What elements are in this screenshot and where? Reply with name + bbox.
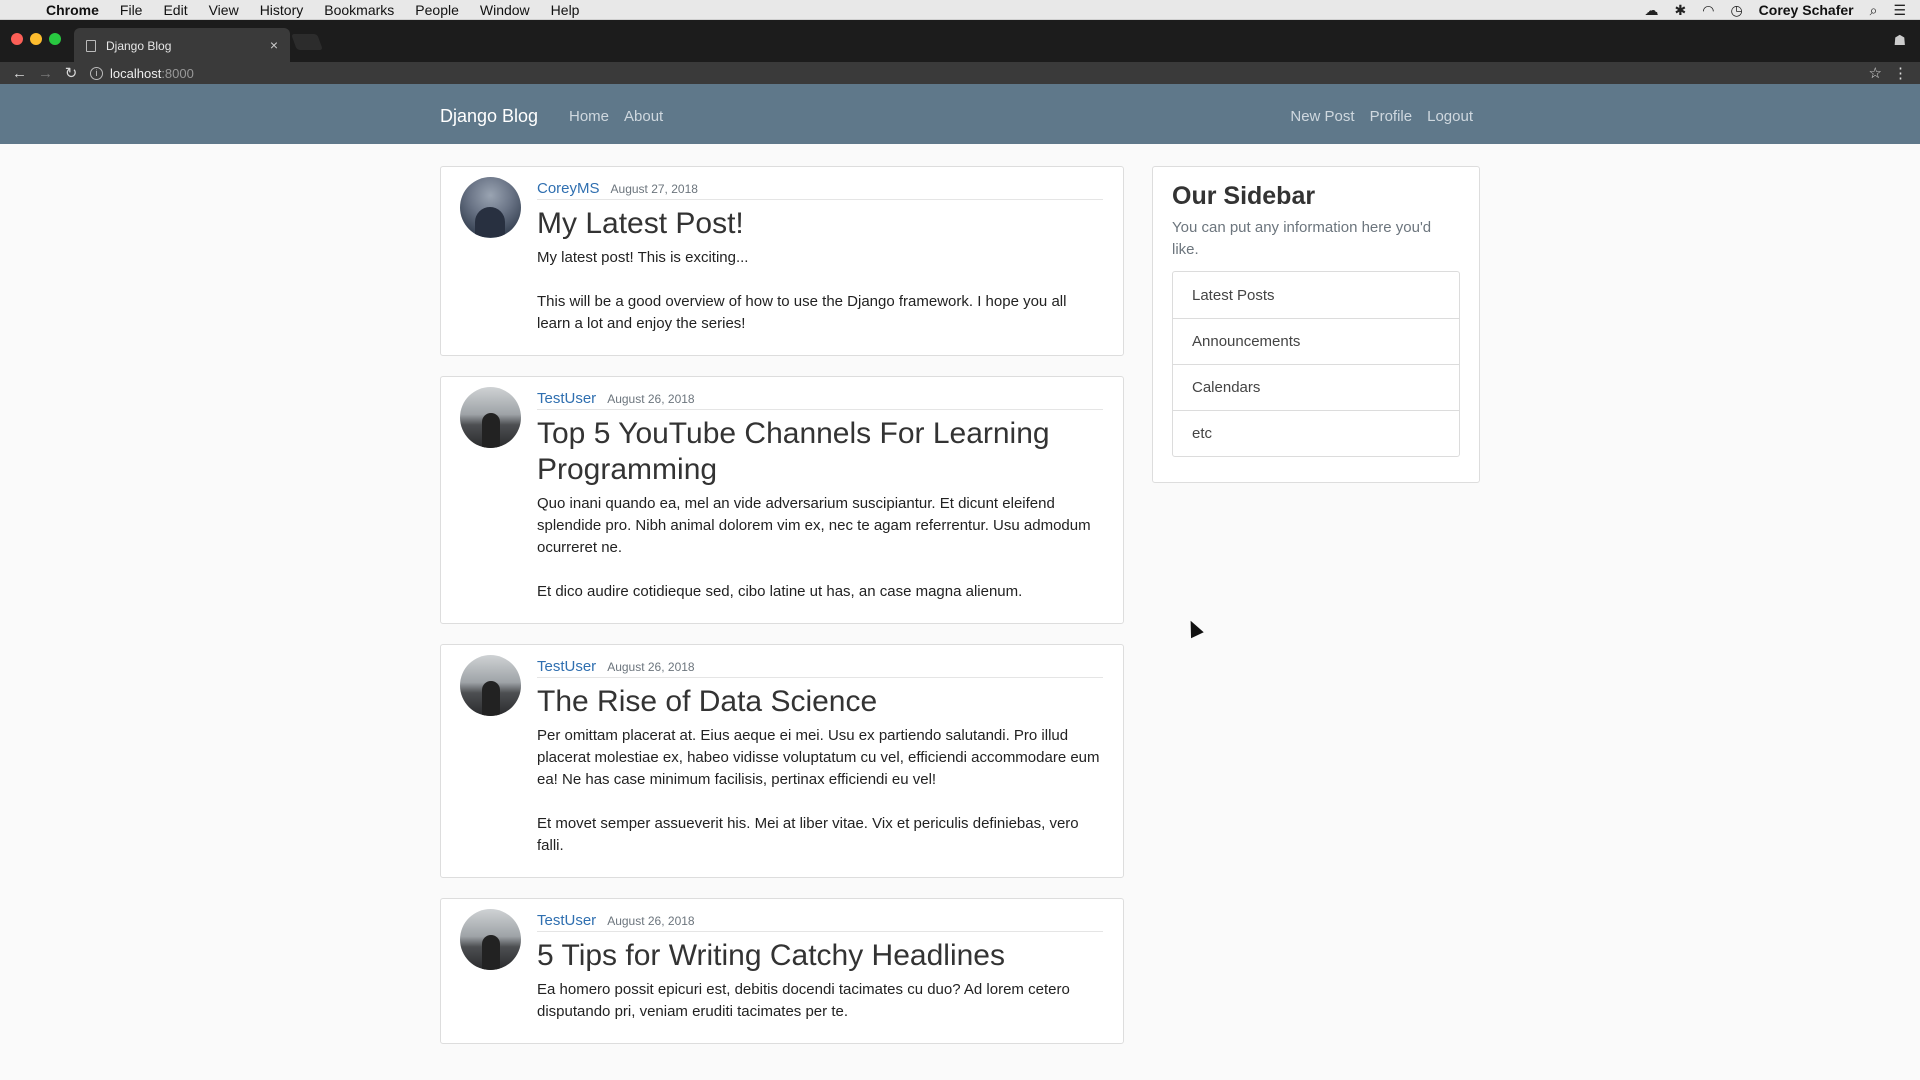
- close-tab-icon[interactable]: ×: [270, 37, 278, 53]
- nav-new-post[interactable]: New Post: [1290, 108, 1354, 125]
- post-title-link[interactable]: My Latest Post!: [537, 206, 1103, 242]
- profile-icon[interactable]: ☗: [1893, 32, 1906, 49]
- nav-about[interactable]: About: [624, 108, 663, 125]
- post-content: Per omittam placerat at. Eius aeque ei m…: [537, 727, 1100, 854]
- post-meta: TestUser August 26, 2018: [537, 658, 1103, 678]
- avatar: [460, 655, 521, 716]
- sidebar-item-latest-posts[interactable]: Latest Posts: [1173, 272, 1459, 318]
- post-content: Quo inani quando ea, mel an vide adversa…: [537, 495, 1091, 600]
- post-meta: TestUser August 26, 2018: [537, 912, 1103, 932]
- url-port: :8000: [161, 65, 194, 81]
- close-window-icon[interactable]: [11, 33, 23, 45]
- site-info-icon[interactable]: i: [90, 66, 103, 80]
- browser-tab-strip: Django Blog × ☗: [0, 20, 1920, 64]
- post-content: My latest post! This is exciting... This…: [537, 249, 1067, 332]
- avatar: [460, 909, 521, 970]
- nav-left: Home About: [569, 108, 663, 125]
- menu-help[interactable]: Help: [551, 2, 580, 18]
- macos-menubar: Chrome File Edit View History Bookmarks …: [0, 0, 1920, 20]
- post-card: TestUser August 26, 2018 The Rise of Dat…: [440, 644, 1124, 878]
- post-title-link[interactable]: 5 Tips for Writing Catchy Headlines: [537, 938, 1103, 974]
- chrome-menu-icon[interactable]: ⋮: [1893, 64, 1908, 82]
- post-card: TestUser August 26, 2018 Top 5 YouTube C…: [440, 376, 1124, 624]
- sidebar-text: You can put any information here you'd l…: [1172, 219, 1432, 258]
- forward-icon[interactable]: →: [38, 65, 53, 82]
- post-meta: TestUser August 26, 2018: [537, 390, 1103, 410]
- bookmark-star-icon[interactable]: ☆: [1869, 64, 1882, 82]
- sidebar-item-calendars[interactable]: Calendars: [1173, 364, 1459, 410]
- post-author-link[interactable]: TestUser: [537, 658, 596, 675]
- sidebar: Our Sidebar You can put any information …: [1152, 166, 1480, 483]
- wifi-icon[interactable]: ◠: [1702, 2, 1714, 19]
- mouse-cursor: [1184, 617, 1204, 639]
- browser-tab[interactable]: Django Blog ×: [74, 28, 290, 64]
- minimize-window-icon[interactable]: [30, 33, 42, 45]
- browser-toolbar: ← → ↻ i localhost:8000 ☆ ⋮: [0, 62, 1920, 84]
- menubar-user[interactable]: Corey Schafer: [1759, 2, 1854, 18]
- notification-center-icon[interactable]: ☰: [1893, 2, 1906, 19]
- bluetooth-icon[interactable]: ✱: [1674, 2, 1686, 19]
- post-title-link[interactable]: The Rise of Data Science: [537, 684, 1103, 720]
- post-title-link[interactable]: Top 5 YouTube Channels For Learning Prog…: [537, 416, 1103, 488]
- url-host: localhost: [110, 65, 162, 81]
- post-meta: CoreyMS August 27, 2018: [537, 180, 1103, 200]
- menu-window[interactable]: Window: [480, 2, 530, 18]
- clock-icon[interactable]: ◷: [1730, 2, 1742, 19]
- avatar: [460, 177, 521, 238]
- post-content: Ea homero possit epicuri est, debitis do…: [537, 981, 1070, 1020]
- post-card: TestUser August 26, 2018 5 Tips for Writ…: [440, 898, 1124, 1044]
- post-author-link[interactable]: TestUser: [537, 912, 596, 929]
- menu-chrome[interactable]: Chrome: [46, 2, 99, 18]
- post-author-link[interactable]: TestUser: [537, 390, 596, 407]
- back-icon[interactable]: ←: [12, 65, 27, 82]
- new-tab-button[interactable]: [291, 34, 323, 50]
- nav-logout[interactable]: Logout: [1427, 108, 1473, 125]
- post-date: August 27, 2018: [610, 182, 698, 196]
- menu-history[interactable]: History: [260, 2, 304, 18]
- sidebar-item-etc[interactable]: etc: [1173, 410, 1459, 456]
- site-brand[interactable]: Django Blog: [440, 106, 538, 127]
- post-date: August 26, 2018: [607, 392, 695, 406]
- avatar: [460, 387, 521, 448]
- spotlight-search-icon[interactable]: ⌕: [1870, 2, 1878, 19]
- cloud-icon[interactable]: ☁: [1644, 2, 1658, 19]
- post-date: August 26, 2018: [607, 914, 695, 928]
- menu-edit[interactable]: Edit: [163, 2, 187, 18]
- post-author-link[interactable]: CoreyMS: [537, 180, 600, 197]
- window-controls: [11, 33, 61, 45]
- zoom-window-icon[interactable]: [49, 33, 61, 45]
- menubar-status-area: ☁ ✱ ◠ ◷ Corey Schafer ⌕ ☰: [1644, 0, 1906, 20]
- reload-icon[interactable]: ↻: [64, 64, 78, 82]
- nav-profile[interactable]: Profile: [1370, 108, 1413, 125]
- site-navbar: Django Blog Home About New Post Profile …: [0, 84, 1920, 144]
- address-bar[interactable]: i localhost:8000: [90, 64, 1860, 82]
- tab-title: Django Blog: [106, 39, 172, 53]
- nav-home[interactable]: Home: [569, 108, 609, 125]
- sidebar-title: Our Sidebar: [1172, 182, 1316, 210]
- menu-bookmarks[interactable]: Bookmarks: [324, 2, 394, 18]
- menu-view[interactable]: View: [209, 2, 239, 18]
- post-card: CoreyMS August 27, 2018 My Latest Post! …: [440, 166, 1124, 356]
- menu-people[interactable]: People: [415, 2, 459, 18]
- page-icon: [86, 40, 96, 52]
- sidebar-item-announcements[interactable]: Announcements: [1173, 318, 1459, 364]
- menu-file[interactable]: File: [120, 2, 143, 18]
- post-date: August 26, 2018: [607, 660, 695, 674]
- sidebar-list: Latest Posts Announcements Calendars etc: [1172, 271, 1460, 457]
- nav-right: New Post Profile Logout: [1290, 108, 1473, 125]
- post-list: CoreyMS August 27, 2018 My Latest Post! …: [440, 166, 1124, 1064]
